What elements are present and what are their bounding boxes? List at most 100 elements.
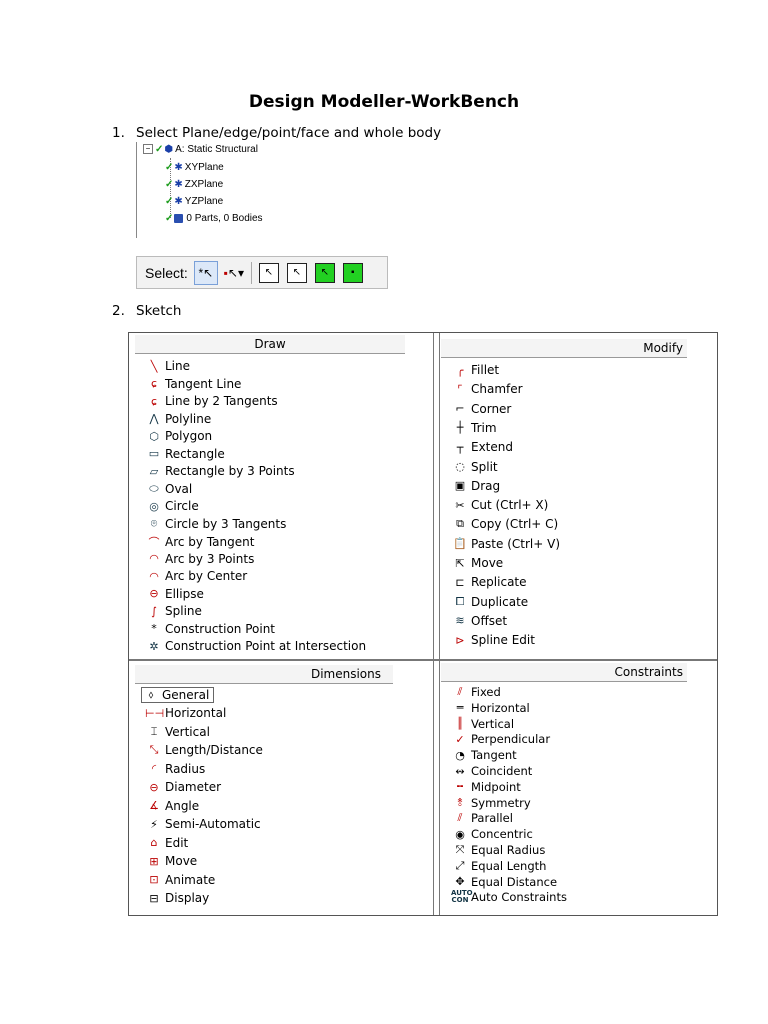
modify-item-copy[interactable]: ⧉ Copy (Ctrl+ C) <box>451 517 558 531</box>
tree-root-label: A: Static Structural <box>175 144 258 155</box>
modify-item-move[interactable]: ⇱ Move <box>451 556 503 570</box>
constraints-item-equal-radius[interactable]: ⤧ Equal Radius <box>451 843 546 857</box>
draw-item-polygon[interactable]: ⬡ Polygon <box>145 429 212 443</box>
modify-item-paste[interactable]: 📋 Paste (Ctrl+ V) <box>451 537 560 551</box>
dimensions-item-animate[interactable]: ⊡ Animate <box>145 873 215 887</box>
draw-item-arc-tangent[interactable]: ⌒ Arc by Tangent <box>145 534 255 550</box>
draw-item-arc-3pts[interactable]: ◠ Arc by 3 Points <box>145 552 254 566</box>
draw-item-rectangle[interactable]: ▭ Rectangle <box>145 447 225 461</box>
draw-item-polyline[interactable]: ⋀ Polyline <box>145 412 211 426</box>
constraints-item-concentric[interactable]: ◉ Concentric <box>451 827 533 841</box>
modify-item-corner[interactable]: ⌐ Corner <box>451 402 511 416</box>
modify-item-drag[interactable]: ▣ Drag <box>451 479 500 493</box>
collapse-icon[interactable]: − <box>143 144 153 155</box>
modify-item-extend[interactable]: ┬ Extend <box>451 440 513 454</box>
check-icon: ✓ <box>165 196 174 207</box>
paste-icon: 📋 <box>453 537 467 551</box>
modify-item-duplicate[interactable]: ⧠ Duplicate <box>451 595 529 609</box>
spline-icon: ∫ <box>151 604 157 618</box>
model-tree: − ✓⬢ A: Static Structural ✓✱ XYPlane ✓✱ ZXPl… <box>136 142 287 238</box>
modify-header[interactable]: Modify <box>441 339 687 358</box>
panel-divider <box>129 659 717 661</box>
draw-item-tangent-line[interactable]: ɕ Tangent Line <box>145 377 241 391</box>
constraints-item-parallel[interactable]: ⫽ Parallel <box>451 811 513 825</box>
constraints-item-equal-length[interactable]: ⤢ Equal Length <box>451 859 547 873</box>
item-label: Concentric <box>471 827 533 842</box>
select-edges-icon[interactable]: ↖ <box>285 261 309 285</box>
analysis-icon: ⬢ <box>164 144 174 155</box>
dimensions-item-length[interactable]: ⤡ Length/Distance <box>145 743 263 757</box>
dimensions-item-diameter[interactable]: ⊖ Diameter <box>145 780 221 794</box>
modify-item-spline-edit[interactable]: ⊳ Spline Edit <box>451 633 535 647</box>
draw-header[interactable]: Draw <box>135 335 405 354</box>
draw-item-construction-point-intersection[interactable]: ✲ Construction Point at Intersection <box>145 639 366 653</box>
modify-item-replicate[interactable]: ⊏ Replicate <box>451 575 526 589</box>
draw-item-ellipse[interactable]: ⊖ Ellipse <box>145 587 203 601</box>
item-label: Horizontal <box>165 706 227 720</box>
tree-item-zxplane[interactable]: ✓✱ ZXPlane <box>165 177 223 193</box>
dimensions-item-display[interactable]: ⊟ Display <box>145 891 209 905</box>
dimensions-item-move[interactable]: ⊞ Move <box>145 854 197 868</box>
dimensions-item-angle[interactable]: ∡ Angle <box>145 799 199 813</box>
draw-item-circle-3-tangents[interactable]: ⌾ Circle by 3 Tangents <box>145 517 287 531</box>
edit-dimension-icon: ⌂ <box>150 836 158 849</box>
modify-item-fillet[interactable]: ╭ Fillet <box>451 363 499 377</box>
draw-item-line[interactable]: ╲ Line <box>145 359 190 373</box>
constraints-item-auto[interactable]: AUTO CON Auto Constraints <box>451 890 567 905</box>
tree-item-xyplane[interactable]: ✓✱ XYPlane <box>165 160 224 176</box>
construction-point-intersection-icon: ✲ <box>149 639 159 653</box>
draw-item-oval[interactable]: ⬭ Oval <box>145 482 192 496</box>
tree-item-parts[interactable]: ✓ 0 Parts, 0 Bodies <box>165 211 263 227</box>
select-bodies-icon[interactable]: ▪ <box>341 261 365 285</box>
constraints-item-tangent[interactable]: ◔ Tangent <box>451 748 516 762</box>
constraints-item-horizontal[interactable]: ═ Horizontal <box>451 701 530 715</box>
constraints-item-perpendicular[interactable]: ✓ Perpendicular <box>451 732 550 746</box>
constraints-item-equal-distance[interactable]: ✥ Equal Distance <box>451 875 557 889</box>
constraints-item-vertical[interactable]: ║ Vertical <box>451 717 514 731</box>
item-label: Construction Point <box>165 621 276 636</box>
dimensions-item-vertical[interactable]: ⌶ Vertical <box>145 725 210 739</box>
constraints-item-symmetry[interactable]: ⥉ Symmetry <box>451 796 530 810</box>
draw-item-line-2-tangents[interactable]: ɕ Line by 2 Tangents <box>145 394 278 408</box>
tree-root[interactable]: − ✓⬢ A: Static Structural <box>143 142 258 158</box>
constraints-item-midpoint[interactable]: ╍ Midpoint <box>451 780 521 794</box>
select-faces-icon[interactable]: ↖ <box>313 261 337 285</box>
draw-item-arc-center[interactable]: ◠ Arc by Center <box>145 569 247 583</box>
ellipse-icon: ⊖ <box>149 587 159 600</box>
bodies-icon <box>174 213 184 223</box>
modify-item-chamfer[interactable]: ⌜ Chamfer <box>451 382 523 397</box>
draw-item-circle[interactable]: ◎ Circle <box>145 499 199 513</box>
select-points-icon[interactable]: ↖ <box>257 261 281 285</box>
draw-item-rectangle-3pts[interactable]: ▱ Rectangle by 3 Points <box>145 464 295 478</box>
modify-item-cut[interactable]: ✂ Cut (Ctrl+ X) <box>451 498 548 512</box>
rectangle-icon: ▭ <box>148 447 160 460</box>
item-label: Length/Distance <box>165 743 263 757</box>
box-select-dropdown-icon[interactable]: ▪ ↖▾ <box>222 261 246 285</box>
modify-item-trim[interactable]: ┼ Trim <box>451 421 497 435</box>
draw-item-spline[interactable]: ∫ Spline <box>145 604 202 618</box>
dimensions-item-edit[interactable]: ⌂ Edit <box>145 836 189 850</box>
step-number: 2. <box>112 303 125 319</box>
draw-item-construction-point[interactable]: * Construction Point <box>145 622 275 636</box>
constraints-header[interactable]: Constraints <box>441 663 687 682</box>
concentric-icon: ◉ <box>455 827 465 841</box>
dimensions-item-radius[interactable]: ◜ Radius <box>145 762 205 776</box>
modify-item-split[interactable]: ◌ Split <box>451 460 497 474</box>
single-select-icon[interactable]: *↖ <box>193 260 218 285</box>
modify-item-offset[interactable]: ≋ Offset <box>451 614 507 628</box>
vertical-constraint-icon: ║ <box>456 717 464 731</box>
tree-item-yzplane[interactable]: ✓✱ YZPlane <box>165 194 223 210</box>
dimensions-item-horizontal[interactable]: ⊢⊣ Horizontal <box>145 706 226 720</box>
oval-icon: ⬭ <box>149 481 159 495</box>
item-label: Chamfer <box>471 382 523 397</box>
length-distance-icon: ⤡ <box>149 743 159 756</box>
item-label: Fillet <box>471 363 500 377</box>
parallel-icon: ⫽ <box>457 811 463 825</box>
item-label: Arc by Tangent <box>165 535 255 549</box>
line-icon: ╲ <box>150 359 158 373</box>
constraints-item-coincident[interactable]: ↭ Coincident <box>451 764 532 778</box>
constraints-item-fixed[interactable]: ⫽ Fixed <box>451 685 501 699</box>
dimensions-item-general[interactable]: ⬨ General <box>141 687 215 703</box>
dimensions-header[interactable]: Dimensions <box>135 665 393 684</box>
dimensions-item-semi-automatic[interactable]: ⚡ Semi-Automatic <box>145 817 261 831</box>
